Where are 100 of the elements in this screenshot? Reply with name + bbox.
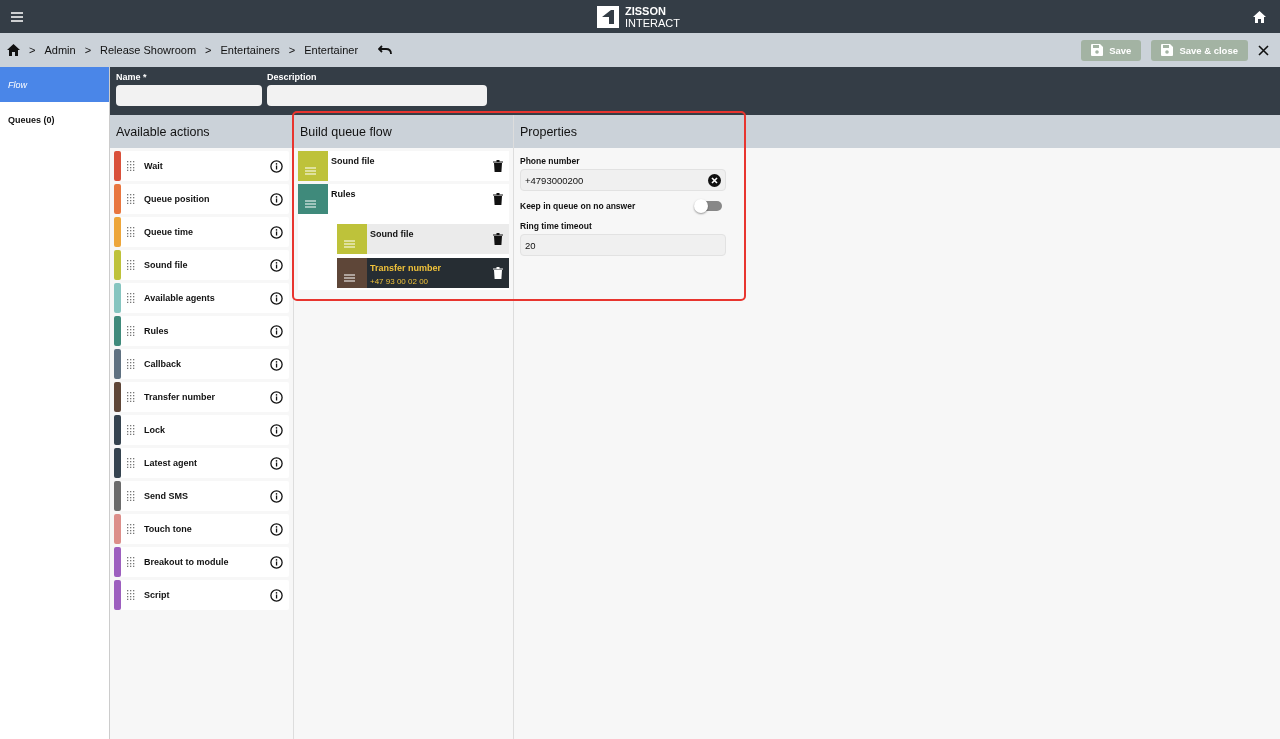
trash-icon[interactable]: [493, 160, 503, 172]
flow-item-detail: +47 93 00 02 00: [370, 277, 430, 286]
breadcrumb-link[interactable]: Entertainers: [220, 44, 280, 56]
action-item[interactable]: Send SMS: [114, 481, 289, 511]
action-item[interactable]: Script: [114, 580, 289, 610]
field-label: Description: [267, 72, 318, 82]
flow-item-label: Transfer number: [370, 263, 443, 273]
action-label: Breakout to module: [144, 557, 230, 567]
drag-handle-icon[interactable]: [127, 161, 135, 171]
action-item[interactable]: Available agents: [114, 283, 289, 313]
clear-icon[interactable]: [708, 173, 721, 187]
action-label: Callback: [144, 359, 183, 369]
info-icon[interactable]: [270, 423, 283, 437]
flow-item[interactable]: Sound file: [337, 224, 509, 254]
drag-handle[interactable]: [298, 184, 328, 214]
action-item[interactable]: Breakout to module: [114, 547, 289, 577]
action-label: Queue time: [144, 227, 194, 237]
drag-handle-icon[interactable]: [127, 392, 135, 402]
info-icon[interactable]: [270, 489, 283, 503]
drag-handle-icon[interactable]: [127, 557, 135, 567]
trash-icon[interactable]: [493, 233, 503, 245]
action-item[interactable]: Queue time: [114, 217, 289, 247]
drag-handle-icon[interactable]: [127, 590, 135, 600]
breadcrumb-link[interactable]: Admin: [44, 44, 76, 56]
drag-handle-icon[interactable]: [127, 194, 135, 204]
info-icon[interactable]: [270, 555, 283, 569]
drag-handle-icon[interactable]: [127, 260, 135, 270]
flow-item-label: Rules: [331, 189, 357, 199]
action-item[interactable]: Transfer number: [114, 382, 289, 412]
undo-icon[interactable]: [378, 45, 393, 55]
info-icon[interactable]: [270, 456, 283, 470]
field-label: Phone number: [520, 156, 581, 166]
drag-handle-icon[interactable]: [127, 293, 135, 303]
logo-text: ZISSON: [625, 4, 667, 17]
close-icon[interactable]: [1258, 44, 1269, 56]
info-icon[interactable]: [270, 291, 283, 305]
flow-item[interactable]: Rules: [298, 184, 509, 214]
breadcrumb-separator: >: [29, 44, 36, 56]
action-item[interactable]: Lock: [114, 415, 289, 445]
trash-icon[interactable]: [493, 267, 503, 279]
info-icon[interactable]: [270, 258, 283, 272]
action-label: Send SMS: [144, 491, 189, 501]
info-icon[interactable]: [270, 357, 283, 371]
action-item[interactable]: Touch tone: [114, 514, 289, 544]
home-icon[interactable]: [7, 44, 20, 56]
breadcrumb-link[interactable]: Entertainer: [304, 44, 359, 56]
drag-handle[interactable]: [298, 151, 328, 181]
menu-icon[interactable]: [10, 10, 24, 23]
trash-icon[interactable]: [493, 193, 503, 205]
action-item[interactable]: Latest agent: [114, 448, 289, 478]
breadcrumb-separator: >: [84, 44, 92, 56]
drag-handle-icon[interactable]: [127, 491, 135, 501]
info-icon[interactable]: [270, 192, 283, 206]
breadcrumb-link[interactable]: Release Showroom: [100, 44, 197, 56]
column-header: Build queue flow: [294, 115, 513, 148]
info-icon[interactable]: [270, 390, 283, 404]
drag-handle-icon[interactable]: [127, 227, 135, 237]
action-label: Script: [144, 590, 171, 600]
flow-item-label: Sound file: [331, 156, 376, 166]
toggle-switch[interactable]: [696, 201, 722, 211]
description-field[interactable]: [267, 85, 487, 106]
flow-item[interactable]: Sound file: [298, 151, 509, 181]
text-field[interactable]: +4793000200: [520, 169, 726, 191]
action-label: Touch tone: [144, 524, 193, 534]
home-icon[interactable]: [1253, 10, 1266, 23]
field-label: Name *: [116, 72, 148, 82]
sidebar-tab[interactable]: Flow: [0, 67, 109, 102]
field-label: Ring time timeout: [520, 221, 593, 231]
logo-icon: [597, 5, 619, 28]
action-item[interactable]: Queue position: [114, 184, 289, 214]
logo-subtext: INTERACT: [625, 16, 680, 29]
info-icon[interactable]: [270, 159, 283, 173]
drag-handle-icon[interactable]: [127, 524, 135, 534]
action-item[interactable]: Callback: [114, 349, 289, 379]
drag-handle-icon[interactable]: [127, 326, 135, 336]
sidebar-tab[interactable]: Queues (0): [0, 102, 109, 137]
info-icon[interactable]: [270, 522, 283, 536]
action-item[interactable]: Rules: [114, 316, 289, 346]
action-label: Wait: [144, 161, 164, 171]
name-field[interactable]: [116, 85, 262, 106]
text-field[interactable]: 20: [520, 234, 726, 256]
action-label: Rules: [144, 326, 170, 336]
info-icon[interactable]: [270, 588, 283, 602]
action-label: Transfer number: [144, 392, 217, 402]
field-label: Keep in queue on no answer: [520, 201, 636, 211]
action-item[interactable]: Wait: [114, 151, 289, 181]
drag-handle-icon[interactable]: [127, 425, 135, 435]
action-label: Queue position: [144, 194, 211, 204]
drag-handle[interactable]: [337, 258, 367, 288]
info-icon[interactable]: [270, 225, 283, 239]
flow-item[interactable]: Transfer number +47 93 00 02 00: [337, 258, 509, 288]
drag-handle-icon[interactable]: [127, 458, 135, 468]
action-label: Sound file: [144, 260, 189, 270]
drag-handle[interactable]: [337, 224, 367, 254]
action-label: Available agents: [144, 293, 216, 303]
flow-item-label: Sound file: [370, 229, 415, 239]
action-item[interactable]: Sound file: [114, 250, 289, 280]
action-label: Latest agent: [144, 458, 198, 468]
drag-handle-icon[interactable]: [127, 359, 135, 369]
info-icon[interactable]: [270, 324, 283, 338]
